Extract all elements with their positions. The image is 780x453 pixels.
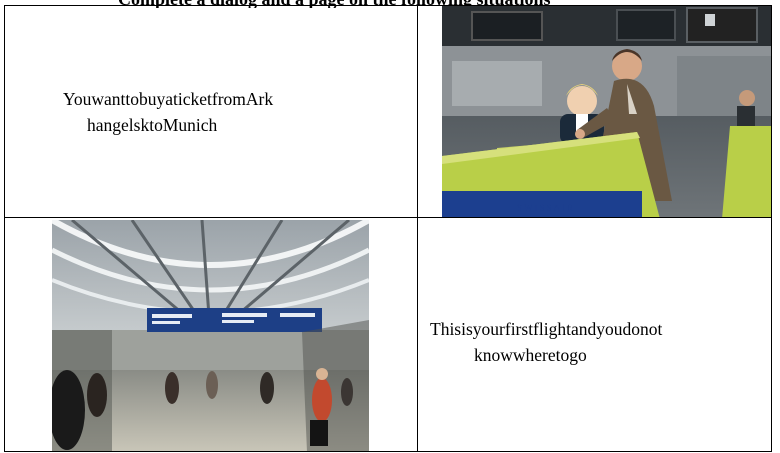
caption-line: knowwheretogo — [474, 345, 587, 365]
photo-cell-terminal — [4, 217, 418, 452]
desk-sign-text: SWISSAIR — [517, 203, 575, 213]
situation-caption: YouwanttobuyaticketfromArk hangelsktoMun… — [63, 86, 273, 138]
situation-cell-ticket: YouwanttobuyaticketfromArk hangelsktoMun… — [4, 5, 418, 218]
situations-table: YouwanttobuyaticketfromArk hangelsktoMun… — [4, 5, 772, 452]
table-row: YouwanttobuyaticketfromArk hangelsktoMun… — [4, 5, 772, 218]
caption-line: YouwanttobuyaticketfromArk — [63, 89, 274, 109]
photo-cell-checkin: SWISSAIR — [417, 5, 772, 218]
caption-line: Thisisyourfirstflightandyoudonot — [430, 319, 663, 339]
situation-cell-first-flight: Thisisyourfirstflightandyoudonot knowwhe… — [417, 217, 772, 452]
table-row: Thisisyourfirstflightandyoudonot knowwhe… — [4, 217, 772, 452]
terminal-hall-photo — [52, 220, 369, 451]
checkin-counter-photo: SWISSAIR — [442, 6, 771, 217]
caption-line: hangelsktoMunich — [87, 115, 218, 135]
situation-caption: Thisisyourfirstflightandyoudonot knowwhe… — [430, 316, 662, 368]
